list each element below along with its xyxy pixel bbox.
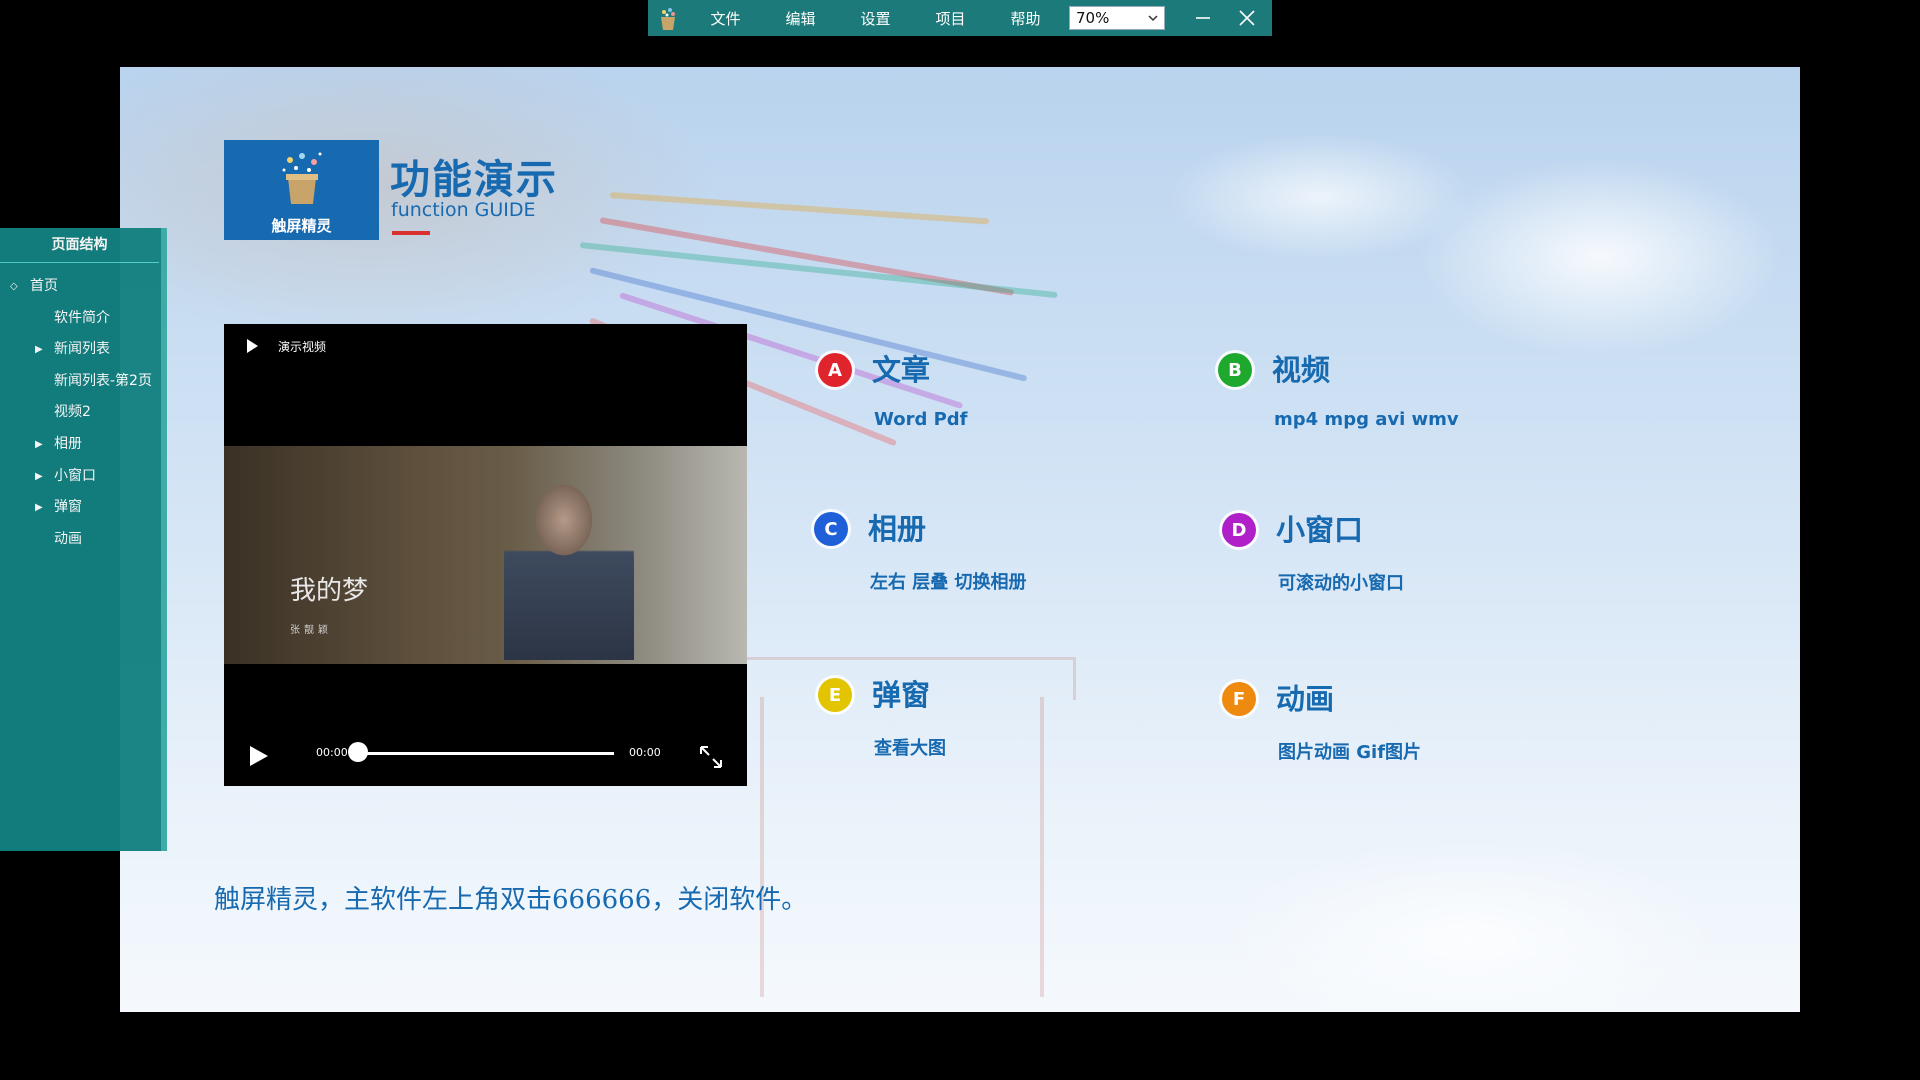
sidebar-item-small-window[interactable]: ▶ 小窗口	[0, 461, 161, 493]
fullscreen-icon[interactable]	[698, 744, 724, 770]
feature-desc: mp4 mpg avi wmv	[1274, 409, 1459, 430]
menu-edit[interactable]: 编辑	[763, 8, 838, 29]
sidebar-item-label: 小窗口	[54, 467, 96, 484]
footer-text: 触屏精灵，主软件左上角双击666666，关闭软件。	[214, 885, 808, 915]
caret-right-icon: ▶	[35, 438, 43, 450]
feature-desc: Word Pdf	[874, 409, 968, 430]
feature-title: 相册	[868, 512, 927, 546]
video-player[interactable]: 演示视频 我的梦 张靓颖 00:00 00:00	[224, 324, 747, 786]
sidebar-item-video2[interactable]: 视频2	[0, 397, 161, 429]
chevron-down-icon	[1148, 15, 1158, 22]
badge-a: A	[818, 353, 852, 387]
close-icon	[1239, 10, 1255, 26]
feature-desc: 可滚动的小窗口	[1278, 573, 1404, 594]
sidebar-item-label: 软件简介	[54, 309, 110, 326]
top-toolbar: 文件 编辑 设置 项目 帮助 70%	[648, 0, 1272, 36]
feature-title: 视频	[1272, 353, 1331, 387]
play-icon[interactable]	[248, 744, 270, 768]
progress-track[interactable]	[354, 752, 614, 755]
menu-help[interactable]: 帮助	[988, 8, 1063, 29]
sidebar-item-label: 首页	[30, 278, 58, 294]
feature-title: 动画	[1276, 682, 1335, 716]
menu-file[interactable]: 文件	[688, 8, 763, 29]
zoom-select[interactable]: 70%	[1069, 6, 1165, 30]
badge-e: E	[818, 678, 852, 712]
feature-title: 小窗口	[1276, 513, 1364, 547]
sidebar-item-popup[interactable]: ▶ 弹窗	[0, 492, 161, 524]
app-icon[interactable]	[648, 0, 688, 36]
sidebar-title: 页面结构	[0, 228, 159, 263]
sidebar-item-animation[interactable]: 动画	[0, 524, 161, 556]
sidebar-item-label: 相册	[54, 435, 82, 452]
feature-desc: 图片动画 Gif图片	[1278, 742, 1422, 763]
video-title: 演示视频	[278, 340, 327, 354]
sidebar-item-label: 新闻列表	[54, 341, 110, 358]
video-overlay-subtitle: 张靓颖	[290, 625, 332, 636]
sidebar-item-label: 动画	[54, 530, 82, 547]
logo-label: 触屏精灵	[271, 217, 332, 235]
feature-title: 文章	[872, 353, 931, 387]
video-controls: 00:00 00:00	[224, 726, 747, 786]
video-overlay-title: 我的梦	[290, 576, 369, 606]
zoom-value: 70%	[1076, 9, 1110, 27]
caret-right-icon: ▶	[35, 344, 43, 356]
sidebar-item-album[interactable]: ▶ 相册	[0, 429, 161, 461]
current-time: 00:00	[316, 746, 348, 759]
sidebar-item-label: 新闻列表-第2页	[54, 372, 152, 389]
caret-open-icon: ◇	[10, 281, 18, 292]
feature-desc: 查看大图	[874, 738, 946, 759]
duration: 00:00	[629, 746, 661, 759]
feature-title: 弹窗	[872, 678, 931, 712]
badge-c: C	[814, 512, 848, 546]
play-small-icon	[247, 339, 258, 353]
badge-b: B	[1218, 353, 1252, 387]
sidebar-item-label: 视频2	[54, 404, 91, 421]
video-person	[504, 460, 634, 660]
badge-f: F	[1222, 682, 1256, 716]
sidebar-item-label: 弹窗	[54, 499, 82, 516]
video-frame: 我的梦 张靓颖	[224, 446, 747, 664]
page-canvas: 触屏精灵 功能演示 function GUIDE 演示视频 我的梦 张靓颖 00…	[120, 67, 1800, 1012]
logo: 触屏精灵	[224, 140, 379, 240]
feature-desc: 左右 层叠 切换相册	[870, 572, 1027, 593]
sidebar-item-home[interactable]: ◇ 首页	[0, 271, 161, 303]
gift-box-icon	[282, 152, 322, 204]
menu-settings[interactable]: 设置	[838, 8, 913, 29]
caret-right-icon: ▶	[35, 502, 43, 514]
progress-thumb[interactable]	[348, 742, 368, 762]
caret-right-icon: ▶	[35, 470, 43, 482]
page-structure-sidebar: 页面结构 ◇ 首页 软件简介 ▶ 新闻列表 新闻列表-第2页 视频2 ▶ 相册 …	[0, 228, 167, 851]
close-button[interactable]	[1225, 0, 1269, 36]
page-subtitle: function GUIDE	[391, 199, 536, 221]
sidebar-item-news[interactable]: ▶ 新闻列表	[0, 334, 161, 366]
sidebar-item-news-page2[interactable]: 新闻列表-第2页	[0, 366, 161, 398]
page-title: 功能演示	[390, 157, 558, 203]
sidebar-item-intro[interactable]: 软件简介	[0, 303, 161, 335]
minimize-button[interactable]	[1181, 0, 1225, 36]
title-underline	[392, 231, 430, 235]
badge-d: D	[1222, 513, 1256, 547]
minimize-icon	[1196, 17, 1210, 19]
menu-project[interactable]: 项目	[913, 8, 988, 29]
